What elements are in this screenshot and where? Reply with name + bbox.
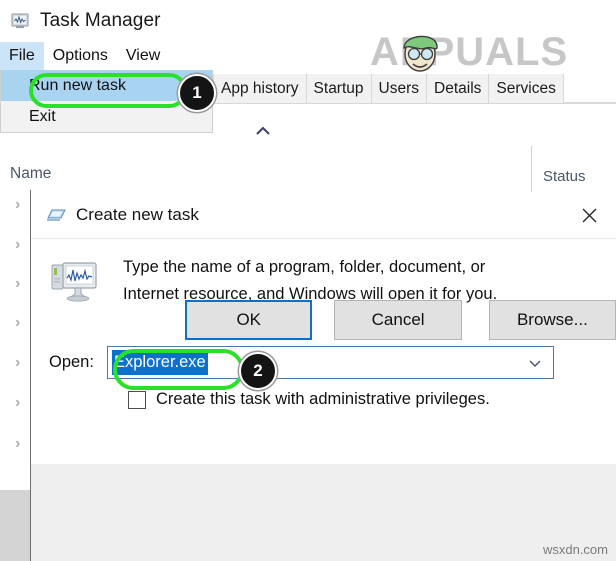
tab-strip-filler — [563, 73, 616, 103]
task-manager-screenshot: Task Manager File Options View App histo… — [0, 0, 616, 561]
menu-options[interactable]: Options — [44, 42, 117, 70]
computer-monitor-icon — [49, 258, 101, 304]
admin-privileges-row: Create this task with administrative pri… — [31, 390, 616, 409]
table-row-expander[interactable]: › — [15, 197, 29, 213]
open-label: Open: — [49, 353, 94, 371]
window-title: Task Manager — [40, 10, 161, 31]
dialog-button-row: OK Cancel Browse... — [0, 300, 616, 340]
run-dialog-icon — [45, 206, 66, 224]
browse-button[interactable]: Browse... — [488, 300, 616, 340]
site-watermark: wsxdn.com — [542, 542, 608, 557]
open-field-row: Open: Explorer.exe — [31, 346, 616, 379]
column-header-status[interactable]: Status — [543, 168, 586, 185]
table-row-expander[interactable]: › — [15, 436, 29, 452]
dialog-title: Create new task — [76, 205, 199, 224]
menu-view[interactable]: View — [117, 42, 169, 70]
annotation-badge-2: 2 — [239, 352, 277, 390]
collapse-chevron-icon[interactable] — [252, 123, 274, 139]
annotation-badge-1: 1 — [178, 74, 216, 112]
menu-bar: File Options View — [0, 42, 616, 70]
table-row-expander[interactable]: › — [15, 355, 29, 371]
admin-privileges-checkbox[interactable] — [128, 390, 146, 409]
exit-menu-item[interactable]: Exit — [1, 101, 212, 132]
ok-button[interactable]: OK — [185, 300, 313, 340]
dialog-titlebar: Create new task — [31, 192, 616, 239]
table-row-expander[interactable]: › — [15, 276, 29, 292]
tab-users[interactable]: Users — [371, 74, 428, 103]
dialog-bottom-panel — [31, 464, 616, 561]
cancel-button[interactable]: Cancel — [334, 300, 462, 340]
close-icon[interactable] — [572, 198, 606, 232]
open-combobox-input[interactable]: Explorer.exe — [107, 346, 554, 379]
task-manager-icon — [11, 11, 31, 31]
tab-app-history[interactable]: App history — [213, 74, 307, 103]
tab-services[interactable]: Services — [489, 74, 564, 103]
chevron-down-icon[interactable] — [528, 356, 542, 368]
table-row-expander[interactable]: › — [15, 237, 29, 253]
tree-column-footer — [0, 490, 30, 561]
open-combobox-value: Explorer.exe — [112, 350, 208, 375]
tab-details[interactable]: Details — [427, 74, 490, 103]
tab-startup[interactable]: Startup — [306, 74, 372, 103]
column-header-name[interactable]: Name — [10, 165, 51, 183]
window-titlebar: Task Manager — [0, 0, 616, 42]
menu-file[interactable]: File — [0, 42, 44, 70]
table-row-expander[interactable]: › — [15, 395, 29, 411]
admin-privileges-label: Create this task with administrative pri… — [156, 390, 490, 408]
column-divider — [531, 146, 532, 194]
